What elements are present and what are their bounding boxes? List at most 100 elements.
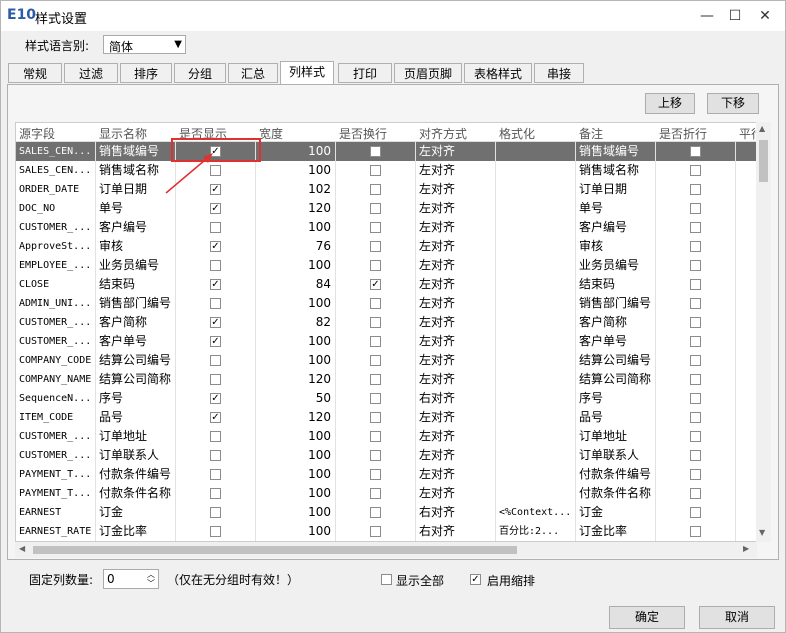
checkbox[interactable] — [210, 298, 221, 309]
horizontal-scrollbar[interactable]: ◀ ▶ — [15, 542, 757, 558]
checkbox[interactable] — [370, 317, 381, 328]
table-cell[interactable]: 100 — [256, 503, 336, 522]
checkbox[interactable]: ✓ — [210, 203, 221, 214]
table-cell[interactable] — [176, 503, 256, 522]
table-cell[interactable]: ORDER_DATE — [16, 180, 96, 199]
table-cell[interactable] — [656, 142, 736, 161]
table-cell[interactable]: 客户简称 — [96, 313, 176, 332]
table-cell[interactable]: 单号 — [96, 199, 176, 218]
table-cell[interactable]: ✓ — [176, 199, 256, 218]
table-cell[interactable] — [336, 503, 416, 522]
table-cell[interactable]: 100 — [256, 465, 336, 484]
table-cell[interactable]: 品号 — [576, 408, 656, 427]
table-cell[interactable]: 100 — [256, 351, 336, 370]
checkbox[interactable] — [690, 355, 701, 366]
table-row[interactable]: CUSTOMER_... 订单联系人 100 左对齐 订单联系人 — [16, 446, 756, 465]
table-cell[interactable]: 左对齐 — [416, 142, 496, 161]
table-cell[interactable] — [656, 294, 736, 313]
show-all-checkbox[interactable] — [381, 574, 392, 585]
table-cell[interactable]: CUSTOMER_... — [16, 332, 96, 351]
checkbox[interactable] — [370, 412, 381, 423]
table-cell[interactable] — [176, 370, 256, 389]
checkbox[interactable] — [690, 488, 701, 499]
table-cell[interactable] — [736, 294, 756, 313]
table-row[interactable]: SALES_CEN... 销售域编号 ✓ 100 左对齐 销售域编号 — [16, 142, 756, 161]
tab-8[interactable]: 表格样式 — [464, 63, 532, 83]
table-cell[interactable]: 左对齐 — [416, 237, 496, 256]
checkbox[interactable] — [370, 298, 381, 309]
checkbox[interactable] — [690, 431, 701, 442]
table-cell[interactable]: 100 — [256, 484, 336, 503]
table-cell[interactable]: 左对齐 — [416, 427, 496, 446]
table-cell[interactable]: CUSTOMER_... — [16, 427, 96, 446]
table-cell[interactable] — [496, 408, 576, 427]
table-cell[interactable] — [656, 313, 736, 332]
table-row[interactable]: SequenceN... 序号 ✓ 50 右对齐 序号 — [16, 389, 756, 408]
table-cell[interactable] — [336, 484, 416, 503]
table-cell[interactable] — [736, 370, 756, 389]
table-cell[interactable] — [656, 180, 736, 199]
table-cell[interactable] — [656, 427, 736, 446]
table-cell[interactable] — [336, 256, 416, 275]
column-header[interactable]: 是否折行 — [659, 125, 707, 142]
table-cell[interactable] — [336, 142, 416, 161]
table-cell[interactable]: 100 — [256, 218, 336, 237]
table-cell[interactable]: 销售部门编号 — [96, 294, 176, 313]
table-cell[interactable] — [736, 484, 756, 503]
checkbox[interactable] — [690, 184, 701, 195]
checkbox[interactable] — [370, 184, 381, 195]
table-cell[interactable]: ✓ — [336, 275, 416, 294]
tab-3[interactable]: 分组 — [174, 63, 226, 83]
table-cell[interactable] — [176, 465, 256, 484]
table-cell[interactable] — [736, 446, 756, 465]
checkbox[interactable] — [690, 469, 701, 480]
checkbox[interactable] — [690, 279, 701, 290]
column-header[interactable]: 对齐方式 — [419, 125, 467, 142]
table-cell[interactable] — [176, 256, 256, 275]
table-cell[interactable]: 客户编号 — [96, 218, 176, 237]
table-cell[interactable] — [736, 332, 756, 351]
column-header[interactable]: 是否换行 — [339, 125, 387, 142]
table-cell[interactable] — [656, 389, 736, 408]
table-cell[interactable] — [496, 465, 576, 484]
table-cell[interactable] — [336, 199, 416, 218]
table-cell[interactable]: CUSTOMER_... — [16, 218, 96, 237]
table-cell[interactable]: 100 — [256, 142, 336, 161]
table-cell[interactable] — [336, 351, 416, 370]
vertical-scrollbar[interactable]: ▲ ▼ — [756, 122, 771, 542]
table-cell[interactable]: 单号 — [576, 199, 656, 218]
table-row[interactable]: EARNEST 订金 100 右对齐 <%Context... 订金 — [16, 503, 756, 522]
table-cell[interactable]: CLOSE — [16, 275, 96, 294]
table-cell[interactable]: 右对齐 — [416, 522, 496, 541]
enable-shrink-checkbox[interactable]: ✓ — [470, 574, 481, 585]
vertical-scroll-thumb[interactable] — [759, 140, 768, 182]
checkbox[interactable]: ✓ — [370, 279, 381, 290]
checkbox[interactable]: ✓ — [210, 317, 221, 328]
table-cell[interactable]: 左对齐 — [416, 161, 496, 180]
table-cell[interactable] — [496, 351, 576, 370]
table-cell[interactable]: 左对齐 — [416, 180, 496, 199]
table-cell[interactable]: SequenceN... — [16, 389, 96, 408]
table-cell[interactable] — [336, 522, 416, 541]
table-cell[interactable]: 结束码 — [576, 275, 656, 294]
table-cell[interactable]: 左对齐 — [416, 332, 496, 351]
table-cell[interactable] — [336, 180, 416, 199]
table-cell[interactable]: 销售部门编号 — [576, 294, 656, 313]
table-cell[interactable]: 102 — [256, 180, 336, 199]
table-row[interactable]: ORDER_DATE 订单日期 ✓ 102 左对齐 订单日期 — [16, 180, 756, 199]
table-cell[interactable] — [656, 237, 736, 256]
table-cell[interactable] — [736, 313, 756, 332]
table-cell[interactable]: ✓ — [176, 313, 256, 332]
horizontal-scroll-thumb[interactable] — [33, 546, 517, 554]
table-cell[interactable] — [496, 389, 576, 408]
table-cell[interactable] — [656, 484, 736, 503]
checkbox[interactable] — [690, 298, 701, 309]
table-cell[interactable]: 左对齐 — [416, 313, 496, 332]
table-cell[interactable]: 结算公司简称 — [576, 370, 656, 389]
table-cell[interactable]: 100 — [256, 446, 336, 465]
table-cell[interactable]: 订金比率 — [96, 522, 176, 541]
checkbox[interactable] — [370, 469, 381, 480]
table-row[interactable]: ApproveSt... 审核 ✓ 76 左对齐 审核 — [16, 237, 756, 256]
table-cell[interactable]: 客户单号 — [96, 332, 176, 351]
checkbox[interactable] — [210, 374, 221, 385]
